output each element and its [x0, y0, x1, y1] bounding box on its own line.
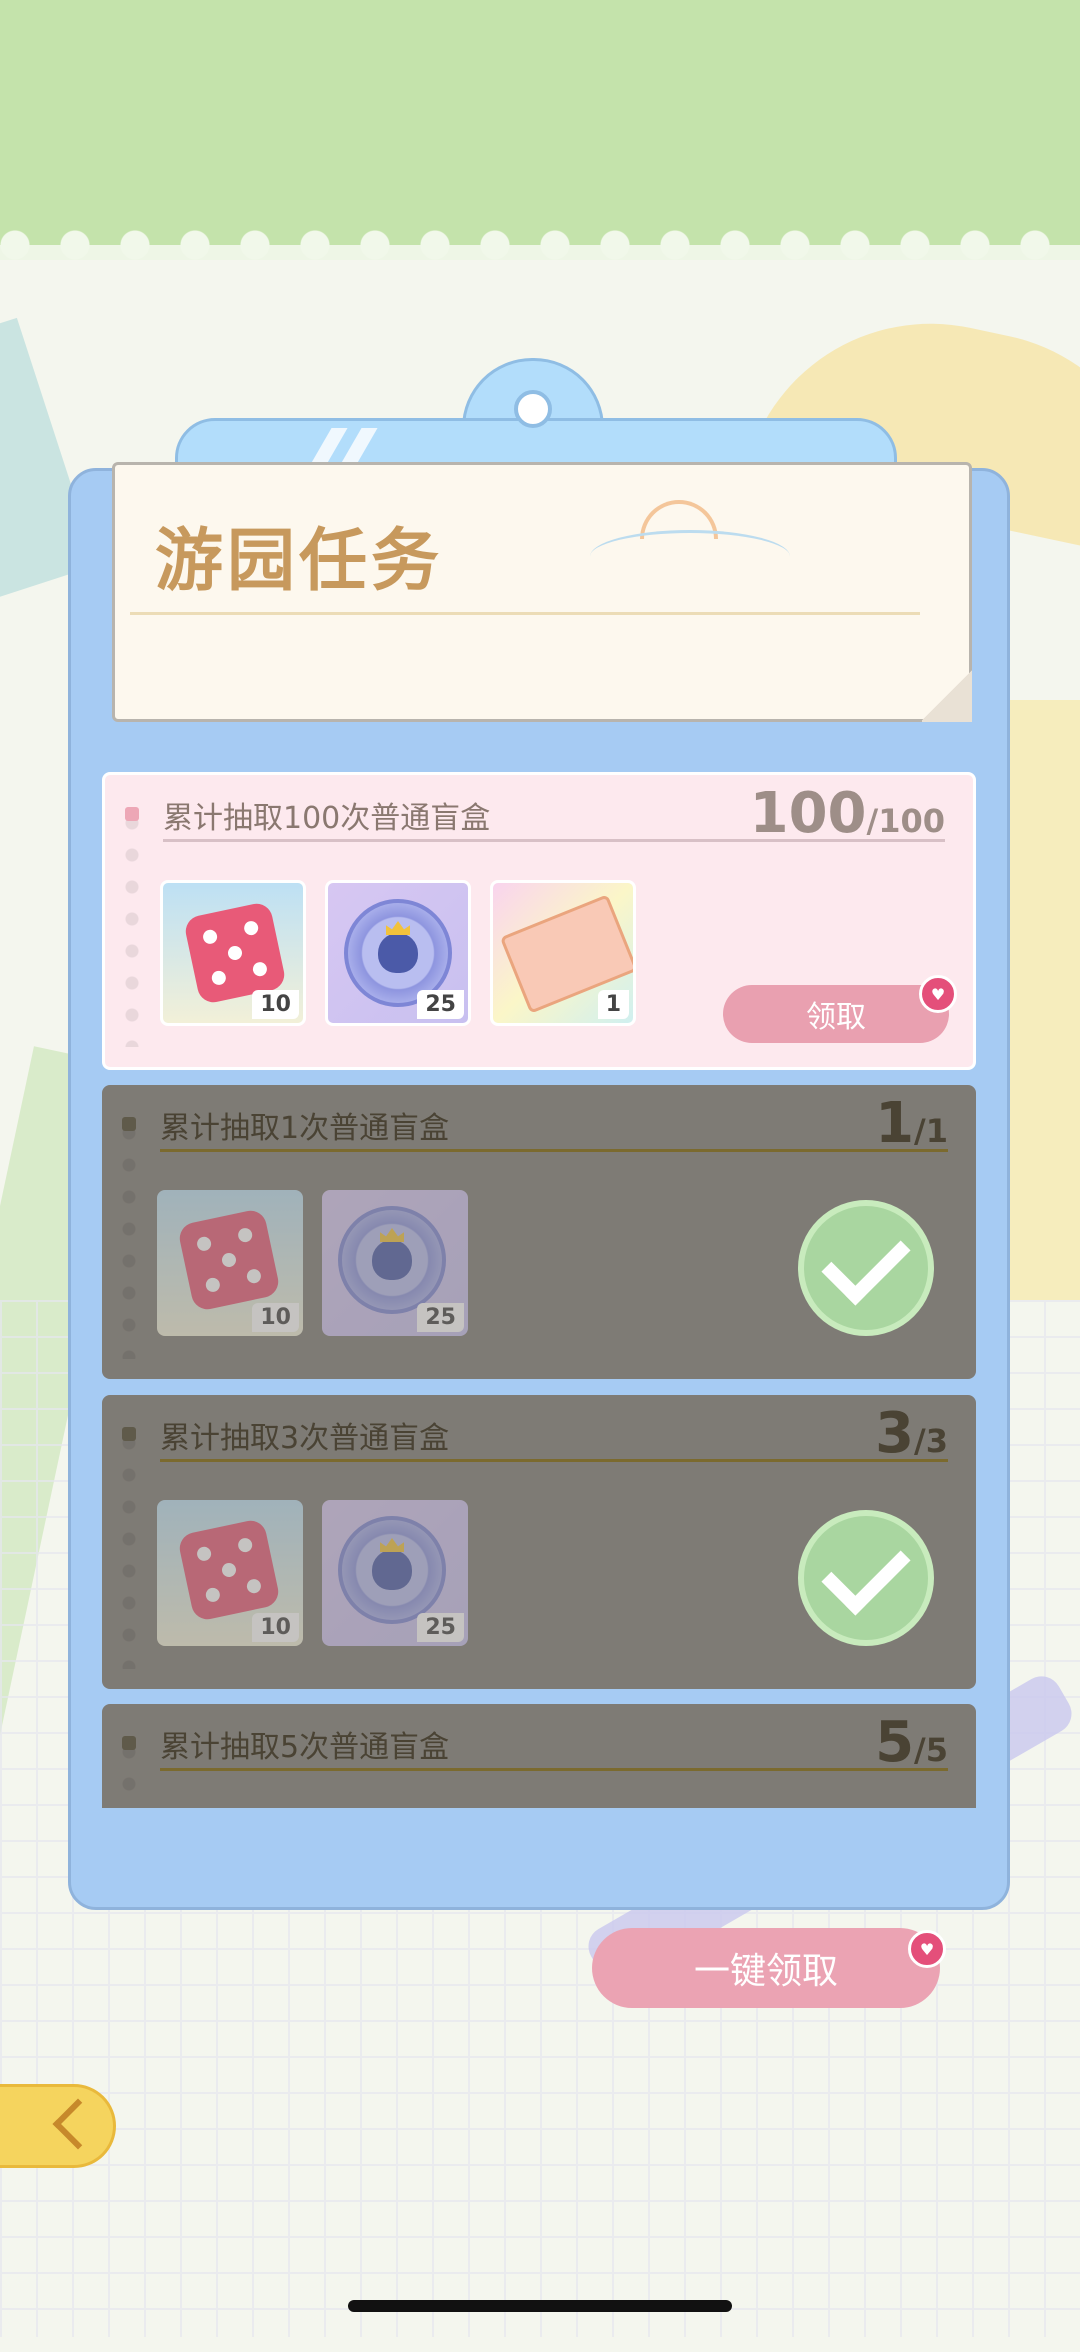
task-progress: 100/100: [750, 781, 945, 846]
ruler-decoration-right: [1000, 700, 1080, 1300]
progress-max: /5: [914, 1731, 948, 1769]
task-underline: [160, 1149, 948, 1152]
checkmark-icon: [798, 1200, 934, 1336]
top-banner: [0, 0, 1080, 245]
task-label: 累计抽取1次普通盲盒: [160, 1111, 450, 1146]
notebook-holes: [125, 807, 139, 1047]
dice-icon: [176, 1517, 282, 1623]
task-progress: 3/3: [875, 1401, 948, 1466]
penguin-coin-icon: [338, 1516, 446, 1624]
dice-icon: [176, 1207, 282, 1313]
paper-fold: [922, 668, 972, 722]
reward-item-dice[interactable]: 10: [157, 1500, 303, 1646]
reward-count: 10: [252, 1613, 299, 1642]
bullet-icon: [122, 1736, 136, 1750]
task-progress: 1/1: [875, 1091, 948, 1156]
bullet-icon: [122, 1117, 136, 1131]
reward-count: 25: [417, 1613, 464, 1642]
progress-max: /3: [914, 1422, 948, 1460]
clip-hole: [514, 390, 552, 428]
reward-item-coin[interactable]: 25: [322, 1190, 468, 1336]
task-underline: [160, 1768, 948, 1771]
progress-max: /100: [866, 802, 945, 840]
penguin-coin-icon: [338, 1206, 446, 1314]
task-card: 累计抽取100次普通盲盒 100/100 10 25 1 领取 ♥: [102, 772, 976, 1070]
progress-current: 100: [749, 781, 867, 846]
progress-max: /1: [914, 1112, 948, 1150]
checkmark-icon: [798, 1510, 934, 1646]
task-label: 累计抽取5次普通盲盒: [160, 1730, 450, 1765]
bullet-icon: [122, 1427, 136, 1441]
scallop-edge: [0, 230, 1080, 260]
reward-item-coin[interactable]: 25: [322, 1500, 468, 1646]
cloud-icon: [590, 530, 790, 583]
reward-count: 1: [597, 990, 629, 1019]
reward-count: 25: [417, 1303, 464, 1332]
home-indicator: [348, 2300, 732, 2312]
notebook-holes: [122, 1427, 136, 1669]
reward-count: 10: [252, 1303, 299, 1332]
bullet-icon: [125, 807, 139, 821]
task-list-clip: 累计抽取5次普通盲盒 5/5: [102, 1704, 976, 1808]
task-label: 累计抽取100次普通盲盒: [163, 801, 491, 836]
reward-item-dice[interactable]: 10: [160, 880, 306, 1026]
task-progress: 5/5: [875, 1710, 948, 1775]
page-title: 游园任务: [155, 522, 444, 601]
progress-current: 5: [875, 1710, 915, 1775]
heart-icon: ♥: [919, 975, 957, 1013]
claim-button[interactable]: 领取: [723, 985, 949, 1043]
progress-current: 3: [875, 1401, 915, 1466]
task-card: 累计抽取5次普通盲盒 5/5: [102, 1704, 976, 1808]
claim-all-button[interactable]: 一键领取: [592, 1928, 940, 2008]
task-card: 累计抽取3次普通盲盒 3/3 10 25: [102, 1395, 976, 1689]
task-card: 累计抽取1次普通盲盒 1/1 10 25: [102, 1085, 976, 1379]
title-underline: [130, 612, 920, 615]
task-underline: [160, 1459, 948, 1462]
reward-item-coin[interactable]: 25: [325, 880, 471, 1026]
heart-icon: ♥: [908, 1930, 946, 1968]
notebook-holes: [122, 1117, 136, 1359]
progress-current: 1: [875, 1091, 915, 1156]
reward-count: 25: [417, 990, 464, 1019]
task-underline: [163, 839, 945, 842]
reward-item-ticket[interactable]: 1: [490, 880, 636, 1026]
task-label: 累计抽取3次普通盲盒: [160, 1421, 450, 1456]
reward-item-dice[interactable]: 10: [157, 1190, 303, 1336]
reward-count: 10: [252, 990, 299, 1019]
